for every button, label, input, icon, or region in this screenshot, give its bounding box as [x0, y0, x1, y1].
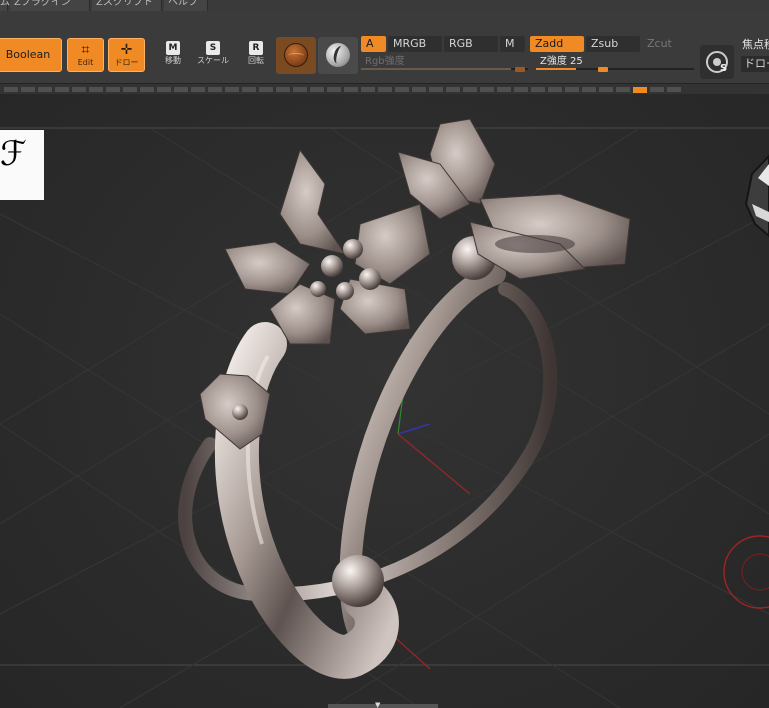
- z-intensity-slider[interactable]: Z強度 25: [536, 55, 694, 72]
- scale-label: スケール: [197, 56, 229, 65]
- menu-item-cut[interactable]: ム: [0, 0, 10, 11]
- menu-item-zplugin[interactable]: Zプラグイン: [10, 0, 90, 11]
- chevron-down-icon: ▼: [375, 701, 381, 708]
- logo-glyph: ℱ: [0, 134, 27, 174]
- strip-cell[interactable]: [140, 87, 154, 92]
- bottom-tab-handle[interactable]: ▼: [328, 701, 438, 708]
- strip-cell[interactable]: [38, 87, 52, 92]
- m-toggle[interactable]: M: [500, 36, 525, 52]
- z-intensity-label: Z強度 25: [540, 56, 583, 67]
- z-intensity-knob[interactable]: [598, 67, 608, 72]
- tool-strip: [0, 84, 769, 94]
- strip-cell[interactable]: [667, 87, 681, 92]
- rotate-button[interactable]: R 回転: [240, 40, 272, 72]
- axis-z-line: [397, 423, 431, 435]
- strip-cell[interactable]: [225, 87, 239, 92]
- edit-label: Edit: [77, 58, 94, 67]
- texture-button[interactable]: [318, 37, 358, 74]
- strip-cell[interactable]: [616, 87, 630, 92]
- strip-cell[interactable]: [157, 87, 171, 92]
- a-mode-toggle[interactable]: A: [361, 36, 386, 52]
- strip-cell[interactable]: [242, 87, 256, 92]
- edit-button[interactable]: ⌗ Edit: [67, 38, 104, 72]
- strip-cell[interactable]: [497, 87, 511, 92]
- material-sphere-icon: [284, 43, 308, 67]
- zsub-toggle[interactable]: Zsub: [586, 36, 640, 52]
- strip-cell[interactable]: [633, 87, 647, 93]
- rotate-key-icon: R: [249, 41, 263, 55]
- strip-cell[interactable]: [565, 87, 579, 92]
- strip-cell[interactable]: [531, 87, 545, 92]
- viewport-svg: [0, 118, 769, 708]
- boolean-label: Boolean: [5, 48, 51, 61]
- flower-right: [397, 118, 631, 280]
- strip-cell[interactable]: [293, 87, 307, 92]
- scale-key-icon: S: [206, 41, 220, 55]
- rgb-intensity-knob[interactable]: [515, 67, 525, 72]
- zadd-toggle[interactable]: Zadd: [530, 36, 584, 52]
- focal-shift-label: 焦点移: [742, 38, 769, 51]
- strip-cell[interactable]: [208, 87, 222, 92]
- rotate-label: 回転: [248, 56, 264, 65]
- strip-cell[interactable]: [191, 87, 205, 92]
- zcut-toggle[interactable]: Zcut: [642, 36, 696, 52]
- menu-bar: ム Zプラグイン Zスクリプト ヘルプ: [0, 0, 769, 11]
- strip-cell[interactable]: [480, 87, 494, 92]
- material-button[interactable]: [276, 37, 316, 74]
- strip-cell[interactable]: [4, 87, 18, 92]
- scale-button[interactable]: S スケール: [197, 40, 229, 72]
- menu-item-zscript[interactable]: Zスクリプト: [92, 0, 162, 11]
- edit-icon: ⌗: [81, 42, 90, 58]
- strip-cell[interactable]: [650, 87, 664, 92]
- strip-cell[interactable]: [446, 87, 460, 92]
- strip-cell[interactable]: [412, 87, 426, 92]
- strip-cell[interactable]: [344, 87, 358, 92]
- move-key-icon: M: [166, 41, 180, 55]
- rgb-toggle[interactable]: RGB: [444, 36, 498, 52]
- draw-button[interactable]: ✛ ドロー: [108, 38, 145, 72]
- strip-cell[interactable]: [599, 87, 613, 92]
- strip-cell[interactable]: [463, 87, 477, 92]
- move-label: 移動: [165, 56, 181, 65]
- pearl-bottom: [332, 555, 384, 607]
- strip-cell[interactable]: [361, 87, 375, 92]
- strip-cell[interactable]: [276, 87, 290, 92]
- axis-x-line: [397, 433, 471, 495]
- strip-cell[interactable]: [310, 87, 324, 92]
- strip-cell[interactable]: [174, 87, 188, 92]
- strip-cell[interactable]: [327, 87, 341, 92]
- move-button[interactable]: M 移動: [157, 40, 189, 72]
- strip-cell[interactable]: [21, 87, 35, 92]
- viewport-canvas[interactable]: ℱ: [0, 94, 769, 708]
- strip-cell[interactable]: [55, 87, 69, 92]
- strip-cell[interactable]: [429, 87, 443, 92]
- strip-cell[interactable]: [378, 87, 392, 92]
- draw-label: ドロー: [114, 58, 139, 67]
- toolbar: Boolean ⌗ Edit ✛ ドロー M 移動 S スケール R 回転 A …: [0, 11, 769, 84]
- texture-sphere-icon: [326, 43, 350, 67]
- focal-key: S: [720, 63, 728, 74]
- strip-cell[interactable]: [259, 87, 273, 92]
- strip-cell[interactable]: [582, 87, 596, 92]
- draw-size-select[interactable]: ドロー: [741, 56, 769, 72]
- flower-left: [224, 148, 431, 345]
- menu-item-help[interactable]: ヘルプ: [164, 0, 208, 11]
- live-boolean-button[interactable]: Boolean: [0, 38, 62, 72]
- strip-cell[interactable]: [395, 87, 409, 92]
- draw-crosshair-icon: ✛: [120, 42, 133, 58]
- strip-cell[interactable]: [548, 87, 562, 92]
- rgb-intensity-slider[interactable]: Rgb強度: [361, 55, 528, 72]
- strip-cell[interactable]: [72, 87, 86, 92]
- strip-cell[interactable]: [514, 87, 528, 92]
- rgb-intensity-label: Rgb強度: [365, 56, 405, 67]
- focal-shift-button[interactable]: S: [700, 45, 734, 79]
- mrgb-toggle[interactable]: MRGB: [388, 36, 442, 52]
- rotation-gizmo[interactable]: [723, 535, 769, 609]
- document-thumbnail: ℱ: [0, 130, 44, 200]
- strip-cell[interactable]: [106, 87, 120, 92]
- strip-cell[interactable]: [123, 87, 137, 92]
- strip-cell[interactable]: [89, 87, 103, 92]
